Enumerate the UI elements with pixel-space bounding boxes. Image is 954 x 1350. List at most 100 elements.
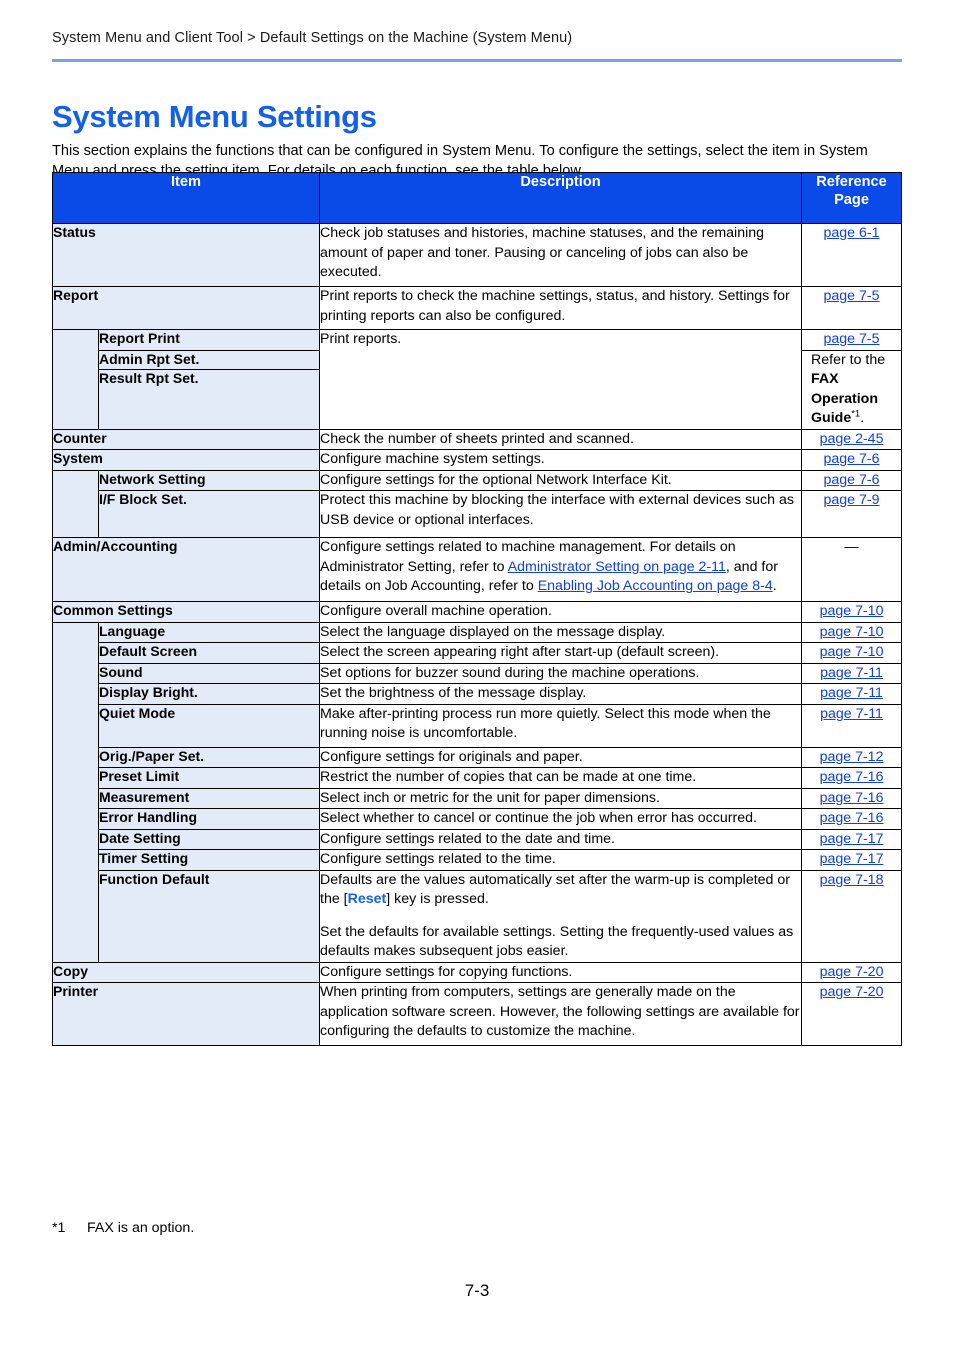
admin-desc-part3: . [772,578,777,594]
description-quiet-mode: Make after-printing process run more qui… [319,703,803,748]
item-quiet-mode: Quiet Mode [97,703,321,748]
link-page-7-10-b[interactable]: page 7-10 [820,624,884,640]
reset-key-label: Reset [347,891,387,907]
item-report-print: Report Print [97,329,321,351]
table-row-orig-paper-set: Orig./Paper Set. Configure settings for … [53,746,903,768]
link-page-7-11-c[interactable]: page 7-11 [820,706,883,722]
item-common-settings: Common Settings [51,601,321,623]
link-page-7-18[interactable]: page 7-18 [820,872,884,888]
item-copy: Copy [51,961,321,983]
table-row-error-handling: Error Handling Select whether to cancel … [53,808,903,830]
description-report: Print reports to check the machine setti… [319,286,803,330]
page-title: System Menu Settings [52,98,377,134]
fax-ref-superscript: *1 [851,408,861,420]
item-timer-setting: Timer Setting [97,849,321,871]
table-row-admin-accounting: Admin/Accounting Configure settings rela… [51,537,903,602]
item-network-setting: Network Setting [97,469,321,491]
fax-ref-bold: FAX Operation Guide [811,371,879,426]
item-error-handling: Error Handling [97,808,321,830]
header-divider [52,59,902,62]
table-row-sound: Sound Set options for buzzer sound durin… [53,662,903,684]
footnote-marker: *1 [52,1220,66,1236]
table-row-printer: Printer When printing from computers, se… [51,982,903,1046]
description-timer-setting: Configure settings related to the time. [319,849,803,871]
reference-system: page 7-6 [801,449,903,471]
table-row-common-settings: Common Settings Configure overall machin… [51,601,903,623]
reference-common-settings: page 7-10 [801,601,903,623]
description-admin-accounting: Configure settings related to machine ma… [319,537,803,602]
link-page-7-6[interactable]: page 7-6 [824,451,880,467]
description-common-settings: Configure overall machine operation. [319,601,803,623]
item-report: Report [51,286,321,330]
description-sound: Set options for buzzer sound during the … [319,662,803,684]
column-header-reference-line2: Page [834,192,869,208]
description-system: Configure machine system settings. [319,449,803,471]
link-page-6-1[interactable]: page 6-1 [824,225,880,241]
link-page-7-11-b[interactable]: page 7-11 [820,685,883,701]
description-date-setting: Configure settings related to the date a… [319,828,803,850]
reference-printer: page 7-20 [801,982,903,1046]
footnote-text: FAX is an option. [87,1220,195,1236]
table-row-quiet-mode: Quiet Mode Make after-printing process r… [53,703,903,748]
table-row-language: Language Select the language displayed o… [52,621,903,963]
reference-measurement: page 7-16 [801,787,903,809]
document-page: System Menu and Client Tool > Default Se… [0,0,954,1350]
indent-spacer-report [52,329,99,430]
item-date-setting: Date Setting [97,828,321,850]
item-admin-accounting: Admin/Accounting [51,537,321,602]
link-page-7-20-b[interactable]: page 7-20 [820,984,884,1000]
table-row-timer-setting: Timer Setting Configure settings related… [53,849,903,871]
indent-spacer-system [52,469,99,538]
link-page-7-16[interactable]: page 7-16 [820,769,884,785]
reference-default-screen: page 7-10 [801,642,903,664]
item-admin-rpt-set: Admin Rpt Set. [97,349,321,370]
link-page-7-20[interactable]: page 7-20 [820,964,884,980]
link-page-2-45[interactable]: page 2-45 [820,431,884,447]
function-default-para2: Set the defaults for available settings.… [320,923,794,960]
link-page-7-11[interactable]: page 7-11 [820,665,883,681]
table-row-network-setting: Network Setting Configure settings for t… [52,469,903,538]
link-page-7-9[interactable]: page 7-9 [824,492,880,508]
link-page-7-16-b[interactable]: page 7-16 [820,790,884,806]
link-page-7-12[interactable]: page 7-12 [820,749,884,765]
table-row-preset-limit: Preset Limit Restrict the number of copi… [53,767,903,789]
item-default-screen: Default Screen [97,642,321,664]
indent-spacer-common [52,621,99,963]
column-header-description: Description [319,172,803,224]
reference-counter: page 2-45 [801,428,903,450]
item-sound: Sound [97,662,321,684]
link-page-7-16-c[interactable]: page 7-16 [820,810,884,826]
link-administrator-setting-2-11[interactable]: Administrator Setting on page 2-11 [508,559,726,575]
table-row-display-bright: Display Bright. Set the brightness of th… [53,683,903,705]
description-report-print: Print reports. [319,329,803,430]
link-page-7-10-c[interactable]: page 7-10 [820,644,884,660]
description-default-screen: Select the screen appearing right after … [319,642,803,664]
description-copy: Configure settings for copying functions… [319,961,803,983]
link-page-7-10[interactable]: page 7-10 [820,603,884,619]
table-row-report-print: Report Print Print reports. page 7-5 [52,329,903,430]
description-preset-limit: Restrict the number of copies that can b… [319,767,803,789]
reference-quiet-mode: page 7-11 [801,703,903,748]
reference-if-block-set: page 7-9 [801,490,903,538]
item-counter: Counter [51,428,321,450]
page-number: 7-3 [464,1281,490,1300]
reference-fax-operation-guide: Refer to the FAX Operation Guide*1. [801,349,903,430]
table-row-default-screen: Default Screen Select the screen appeari… [53,642,903,664]
reference-report: page 7-5 [801,286,903,330]
description-language: Select the language displayed on the mes… [319,621,803,643]
item-orig-paper-set: Orig./Paper Set. [97,746,321,768]
link-page-7-5-b[interactable]: page 7-5 [824,331,880,347]
reference-network-setting: page 7-6 [801,469,903,491]
link-page-7-17-b[interactable]: page 7-17 [820,851,884,867]
description-function-default: Defaults are the values automatically se… [319,869,803,963]
link-enabling-job-accounting-8-4[interactable]: Enabling Job Accounting on page 8-4 [538,578,773,594]
item-system: System [51,449,321,471]
description-error-handling: Select whether to cancel or continue the… [319,808,803,830]
link-page-7-17[interactable]: page 7-17 [820,831,884,847]
reference-sound: page 7-11 [801,662,903,684]
table-header-row: Item Description Reference Page [51,172,903,224]
link-page-7-6-b[interactable]: page 7-6 [824,472,880,488]
link-page-7-5[interactable]: page 7-5 [824,288,880,304]
description-network-setting: Configure settings for the optional Netw… [319,469,803,491]
reference-report-print: page 7-5 [801,329,903,351]
